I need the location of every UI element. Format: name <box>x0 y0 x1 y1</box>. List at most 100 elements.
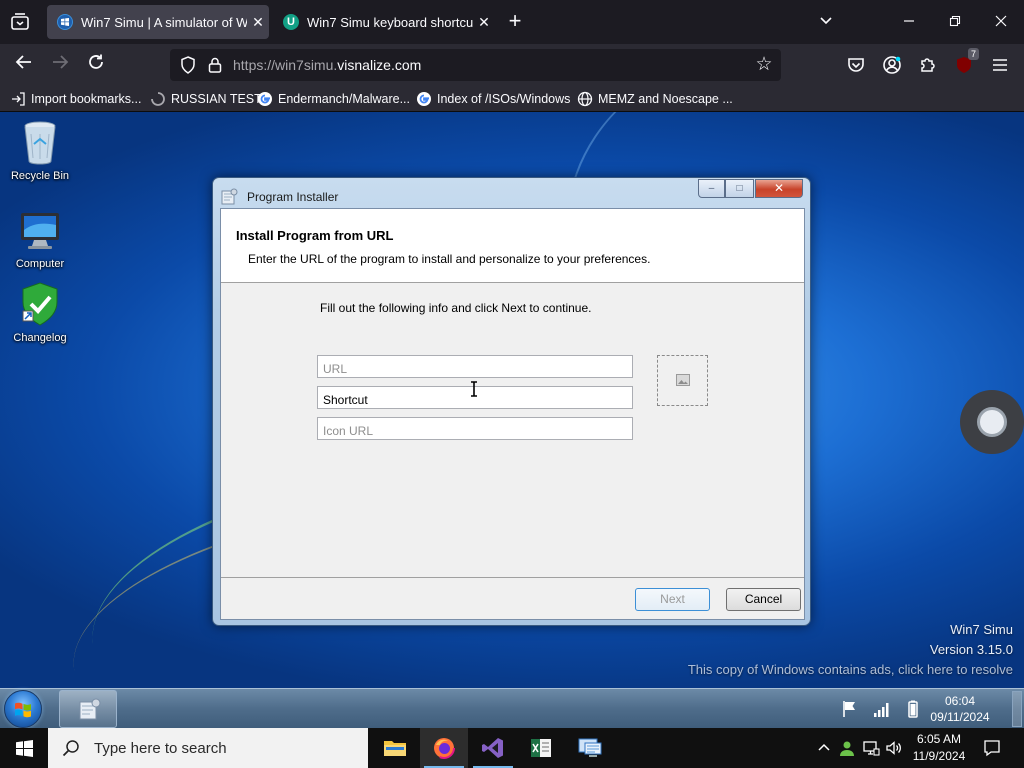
maximize-icon: □ <box>736 183 743 194</box>
volume-icon[interactable] <box>884 738 904 758</box>
footer-divider <box>221 577 804 578</box>
icon-preview-box <box>657 355 708 406</box>
recycle-bin-icon <box>16 118 64 166</box>
watermark-ads-link[interactable]: This copy of Windows contains ads, click… <box>688 662 1013 677</box>
desktop-icon-label: Recycle Bin <box>10 170 70 182</box>
installer-instructions: Fill out the following info and click Ne… <box>320 301 592 315</box>
bookmark-star-icon[interactable]: ☆ <box>753 54 775 76</box>
bookmark-label: RUSSIAN TEST <box>171 92 262 106</box>
host-search-box[interactable] <box>48 728 368 768</box>
bookmark-russian-test[interactable]: RUSSIAN TEST <box>150 90 262 108</box>
address-bar[interactable]: https://win7simu.visnalize.com ☆ <box>170 49 781 81</box>
forward-button[interactable] <box>48 53 72 77</box>
installer-header: Install Program from URL Enter the URL o… <box>221 209 804 283</box>
browser-tab-bar: Win7 Simu | A simulator of Windows 7 ✕ U… <box>0 0 1024 44</box>
lock-icon[interactable] <box>205 55 225 75</box>
ublock-button[interactable]: 7 <box>952 48 979 77</box>
host-date: 11/9/2024 <box>912 749 966 763</box>
new-tab-button[interactable]: + <box>503 10 527 34</box>
cancel-button[interactable]: Cancel <box>726 588 801 611</box>
chevron-up-icon <box>818 743 830 751</box>
desktop-icon-changelog[interactable]: Changelog <box>0 280 80 344</box>
chevron-down-icon <box>820 17 832 25</box>
people-icon[interactable] <box>837 738 857 758</box>
host-clock[interactable]: 6:05 AM 11/9/2024 <box>908 731 970 765</box>
window-close-button[interactable]: ✕ <box>755 179 803 198</box>
window-minimize-button[interactable]: – <box>698 179 725 198</box>
taskbar-remote-desktop[interactable] <box>566 728 614 768</box>
back-button[interactable] <box>12 53 36 77</box>
reload-button[interactable] <box>84 53 108 77</box>
action-center-flag-icon[interactable] <box>840 699 860 719</box>
taskbar-app-sheets[interactable] <box>517 728 565 768</box>
url-input[interactable] <box>317 355 633 378</box>
desktop-icon-computer[interactable]: Computer <box>0 206 80 270</box>
installer-body: Install Program from URL Enter the URL o… <box>220 208 805 620</box>
taskbar-visual-studio[interactable] <box>469 728 517 768</box>
u-favicon-icon: U <box>283 14 299 30</box>
extensions-button[interactable] <box>916 53 940 77</box>
bookmark-import[interactable]: Import bookmarks... <box>10 90 141 108</box>
installer-app-icon <box>79 698 101 720</box>
list-all-tabs-button[interactable] <box>811 8 841 36</box>
bookmark-label: Endermanch/Malware... <box>278 92 411 106</box>
url-text[interactable]: https://win7simu.visnalize.com <box>233 57 421 73</box>
close-icon <box>995 15 1007 27</box>
restore-icon <box>949 15 961 27</box>
host-time: 6:05 AM <box>916 732 962 746</box>
bookmark-memz[interactable]: MEMZ and Noescape ... <box>577 90 733 108</box>
pocket-icon <box>848 58 864 72</box>
tab-close-icon[interactable]: ✕ <box>247 14 269 31</box>
browser-navigation-bar: https://win7simu.visnalize.com ☆ 7 <box>0 44 1024 86</box>
watermark-title: Win7 Simu <box>950 622 1013 637</box>
tab-title: Win7 Simu keyboard shortcuts <box>307 14 473 30</box>
account-button[interactable] <box>880 53 904 77</box>
browser-restore-button[interactable] <box>940 8 970 36</box>
tab-close-icon[interactable]: ✕ <box>473 14 495 31</box>
pocket-button[interactable] <box>844 53 868 77</box>
installer-subheading: Enter the URL of the program to install … <box>248 252 651 266</box>
visual-studio-icon <box>482 738 503 758</box>
app-menu-button[interactable] <box>988 53 1012 77</box>
ibeam-cursor-icon <box>471 381 477 397</box>
tab-keyboard-shortcuts[interactable]: U Win7 Simu keyboard shortcuts ✕ <box>273 5 495 39</box>
desktop-icon-recycle-bin[interactable]: Recycle Bin <box>0 118 80 182</box>
show-hidden-icons-button[interactable] <box>814 738 834 758</box>
browser-minimize-button[interactable] <box>894 8 924 36</box>
win7-taskbar: 06:04 09/11/2024 <box>0 688 1024 728</box>
tab-win7-simu[interactable]: Win7 Simu | A simulator of Windows 7 ✕ <box>47 5 269 39</box>
account-icon <box>883 56 901 74</box>
win7-clock[interactable]: 06:04 09/11/2024 <box>920 693 1000 725</box>
taskbar-firefox[interactable] <box>420 728 468 768</box>
floating-assistive-button[interactable] <box>960 390 1024 454</box>
desktop-icon-label: Changelog <box>13 332 67 344</box>
image-placeholder-icon <box>676 374 690 386</box>
host-search-input[interactable] <box>94 739 354 757</box>
win7-date: 09/11/2024 <box>930 710 990 724</box>
network-signal-icon[interactable] <box>872 699 892 719</box>
bookmark-label: Index of /ISOs/Windows <box>437 92 571 106</box>
import-icon <box>10 91 26 107</box>
bookmark-isos[interactable]: Index of /ISOs/Windows <box>416 90 570 108</box>
notifications-button[interactable] <box>982 738 1002 758</box>
win7-time: 06:04 <box>944 694 976 708</box>
tracking-protection-icon[interactable] <box>178 55 198 75</box>
browser-close-button[interactable] <box>986 8 1016 36</box>
taskbar-program-installer[interactable] <box>59 690 117 728</box>
arrow-right-icon <box>53 55 69 69</box>
window-maximize-button[interactable]: □ <box>725 179 754 198</box>
next-button[interactable]: Next <box>635 588 710 611</box>
url-protocol: https:// <box>233 57 276 73</box>
google-icon <box>416 91 432 107</box>
url-subdomain: win7simu. <box>275 57 338 73</box>
bookmark-endermanch[interactable]: Endermanch/Malware... <box>257 90 410 108</box>
network-icon[interactable] <box>861 738 881 758</box>
win7-start-button[interactable] <box>4 690 42 728</box>
taskbar-file-explorer[interactable] <box>371 728 419 768</box>
icon-url-input[interactable] <box>317 417 633 440</box>
minimize-icon: – <box>708 183 715 194</box>
show-desktop-button[interactable] <box>1012 691 1022 727</box>
circle-icon <box>977 407 1007 437</box>
tab-list-button[interactable] <box>8 10 32 34</box>
host-start-button[interactable] <box>0 728 48 768</box>
